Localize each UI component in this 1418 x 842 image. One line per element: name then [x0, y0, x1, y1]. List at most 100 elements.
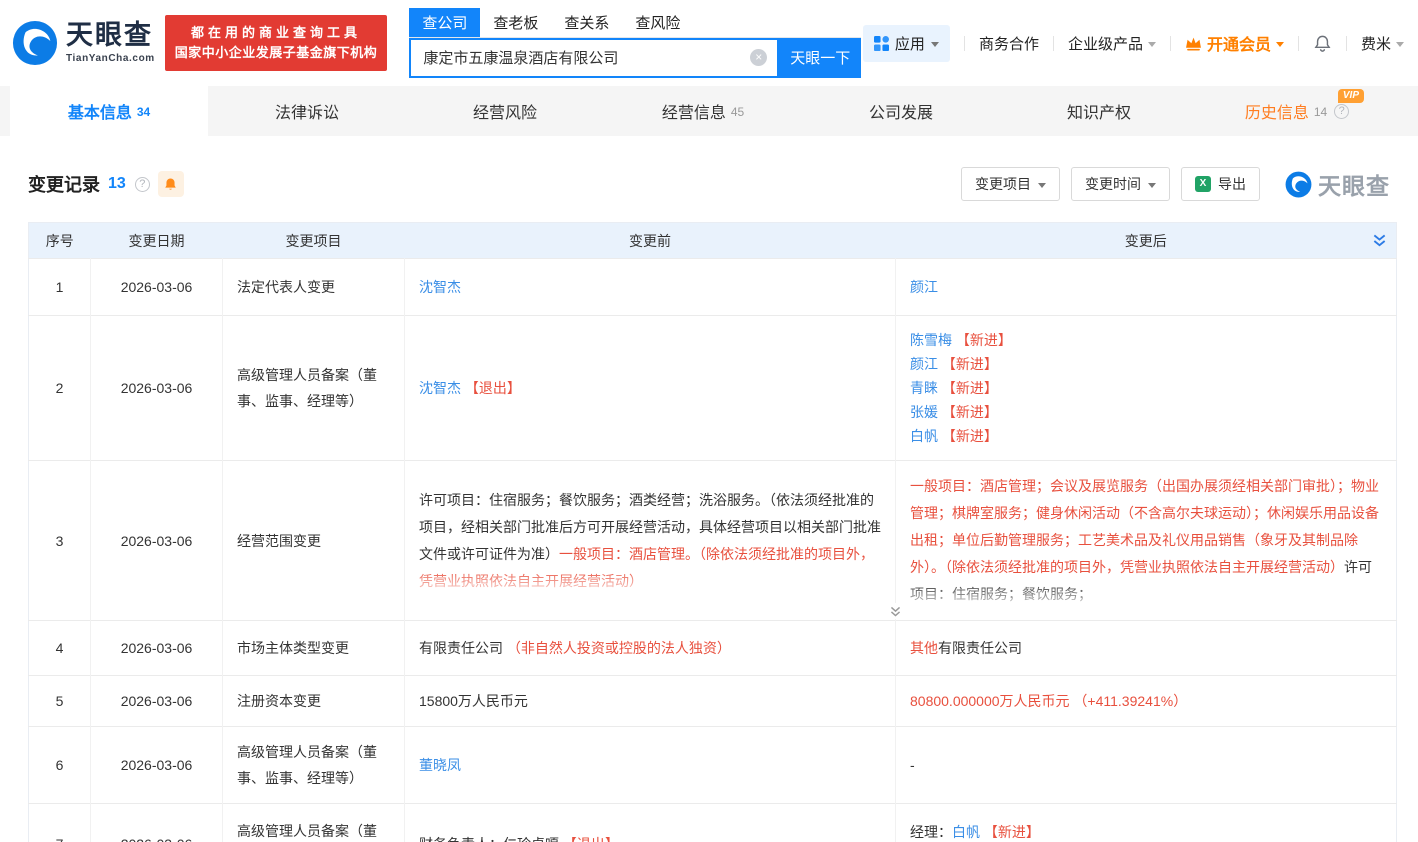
change-table-body: 12026-03-06法定代表人变更沈智杰颜江22026-03-06高级管理人员… [29, 259, 1397, 842]
apps-menu-button[interactable]: 应用 [863, 25, 950, 62]
nav-tab-label: 经营风险 [473, 99, 537, 123]
clear-icon[interactable]: × [750, 49, 767, 66]
expand-row-button[interactable] [884, 603, 906, 619]
entity-link[interactable]: 颜江 [910, 279, 938, 295]
col-header-item: 变更项目 [223, 223, 405, 259]
search-tab-查公司[interactable]: 查公司 [409, 8, 480, 37]
entity-link[interactable]: 白帆 [952, 824, 980, 840]
question-icon[interactable]: ? [135, 177, 150, 192]
logo-domain: TianYanCha.com [66, 54, 155, 64]
cell-date: 2026-03-06 [91, 804, 223, 842]
search-tab-查风险[interactable]: 查风险 [622, 8, 693, 37]
cell-date: 2026-03-06 [91, 621, 223, 676]
cell-before: 有限责任公司 （非自然人投资或控股的法人独资） [405, 621, 896, 676]
entity-link[interactable]: 青睐 [910, 380, 938, 396]
text-line: 陈雪梅 【新进】 [910, 328, 1382, 352]
nav-tab-历史信息[interactable]: 历史信息14?VIP [1198, 86, 1396, 136]
cell-before: 沈智杰 [405, 259, 896, 316]
entity-link[interactable]: 颜江 [910, 356, 938, 372]
text-segment: 【新进】 [980, 824, 1040, 840]
search-button[interactable]: 天眼一下 [779, 38, 861, 78]
nav-tab-基本信息[interactable]: 基本信息34 [10, 86, 208, 136]
promo-line-1: 都在用的商业查询工具 [175, 23, 378, 43]
nav-tab-法律诉讼[interactable]: 法律诉讼 [208, 86, 406, 136]
nav-tab-知识产权[interactable]: 知识产权 [1000, 86, 1198, 136]
caret-down-icon [1276, 42, 1284, 47]
question-icon[interactable]: ? [1334, 104, 1349, 119]
caret-down-icon [1396, 42, 1404, 47]
entity-link[interactable]: 白帆 [910, 428, 938, 444]
text-line: 白帆 【新进】 [910, 424, 1382, 448]
cell-after: 经理：白帆 【新进】财务负责人：吴声贵 【新进】 [896, 804, 1397, 842]
cell-date: 2026-03-06 [91, 316, 223, 461]
text-segment: 15800万人民币元 [419, 693, 528, 709]
search-input[interactable]: 康定市五康温泉酒店有限公司 × [409, 38, 779, 78]
chevron-double-down-icon [889, 605, 902, 618]
cell-before: 许可项目：住宿服务；餐饮服务；酒类经营；洗浴服务。（依法须经批准的项目，经相关部… [405, 461, 896, 621]
filter-change-item-dropdown[interactable]: 变更项目 [961, 167, 1060, 201]
text-line: 沈智杰 【退出】 [419, 376, 881, 400]
nav-tab-公司发展[interactable]: 公司发展 [802, 86, 1000, 136]
divider [1053, 36, 1054, 51]
logo-title: 天眼查 [66, 22, 155, 49]
top-header: 天眼查 TianYanCha.com 都在用的商业查询工具 国家中小企业发展子基… [0, 0, 1418, 86]
section-title: 变更记录 [28, 171, 100, 197]
text-segment: 【新进】 [938, 356, 998, 372]
section-count: 13 [108, 175, 126, 193]
user-menu[interactable]: 费米 [1361, 33, 1404, 54]
chevron-double-down-icon [1372, 233, 1387, 248]
col-header-seq: 序号 [29, 223, 91, 259]
excel-icon: X [1195, 176, 1211, 192]
watermark-text: 天眼查 [1318, 167, 1390, 201]
nav-tab-label: 历史信息 [1245, 99, 1309, 123]
cell-after: 其他有限责任公司 [896, 621, 1397, 676]
nav-tab-label: 经营信息 [662, 99, 726, 123]
tianyancha-logo[interactable]: 天眼查 TianYanCha.com [12, 20, 155, 66]
col-header-after: 变更后 [896, 223, 1397, 259]
menu-open-member[interactable]: 开通会员 [1185, 31, 1284, 55]
cell-change-item: 注册资本变更 [223, 676, 405, 727]
entity-link[interactable]: 陈雪梅 [910, 332, 952, 348]
promo-banner: 都在用的商业查询工具 国家中小企业发展子基金旗下机构 [165, 15, 388, 71]
text-segment: （非自然人投资或控股的法人独资） [507, 640, 731, 656]
filter-change-time-dropdown[interactable]: 变更时间 [1071, 167, 1170, 201]
text-segment: 【退出】 [563, 836, 619, 842]
text-segment: 【新进】 [938, 404, 998, 420]
collapse-all-button[interactable] [1372, 233, 1387, 251]
table-row: 62026-03-06高级管理人员备案（董事、监事、经理等）董晓凤- [29, 727, 1397, 804]
entity-link[interactable]: 董晓凤 [419, 757, 461, 773]
nav-tab-经营信息[interactable]: 经营信息45 [604, 86, 802, 136]
col-header-after-label: 变更后 [1125, 233, 1167, 249]
cell-seq: 5 [29, 676, 91, 727]
company-nav-tabs: 基本信息34法律诉讼 经营风险 经营信息45公司发展知识产权历史信息14?VIP [0, 86, 1418, 136]
monitor-bell-button[interactable] [158, 171, 184, 197]
search-tab-查关系[interactable]: 查关系 [551, 8, 622, 37]
entity-link[interactable]: 沈智杰 [419, 279, 461, 295]
text-line: 有限责任公司 （非自然人投资或控股的法人独资） [419, 636, 881, 660]
text-segment: 80800.000000万人民币元 （+411.39241%） [910, 693, 1187, 709]
text-line: 董晓凤 [419, 753, 881, 777]
divider [1170, 36, 1171, 51]
cell-seq: 3 [29, 461, 91, 621]
export-button[interactable]: X 导出 [1181, 167, 1260, 201]
bell-icon [1313, 34, 1332, 53]
entity-link[interactable]: 张媛 [910, 404, 938, 420]
search-area: 查公司查老板查关系查风险 康定市五康温泉酒店有限公司 × 天眼一下 [409, 9, 861, 78]
table-row: 52026-03-06注册资本变更15800万人民币元80800.000000万… [29, 676, 1397, 727]
caret-down-icon [1038, 183, 1046, 188]
top-menu: 应用 商务合作 企业级产品 开通会员 [863, 25, 1404, 62]
cell-seq: 6 [29, 727, 91, 804]
cell-after: 陈雪梅 【新进】颜江 【新进】青睐 【新进】张媛 【新进】白帆 【新进】 [896, 316, 1397, 461]
notification-bell-button[interactable] [1313, 34, 1332, 53]
text-segment: 【新进】 [952, 332, 1012, 348]
filter-label: 变更时间 [1085, 174, 1141, 194]
nav-tab-经营风险[interactable]: 经营风险 [406, 86, 604, 136]
divider [1346, 36, 1347, 51]
menu-cooperation[interactable]: 商务合作 [979, 33, 1039, 54]
cell-seq: 7 [29, 804, 91, 842]
search-tab-查老板[interactable]: 查老板 [480, 8, 551, 37]
entity-link[interactable]: 沈智杰 [419, 380, 461, 396]
text-line: 颜江 [910, 275, 1382, 299]
menu-enterprise[interactable]: 企业级产品 [1068, 33, 1156, 54]
text-segment: 一般项目：酒店管理；会议及展览服务（出国办展须经相关部门审批）；物业管理；棋牌室… [910, 478, 1379, 575]
